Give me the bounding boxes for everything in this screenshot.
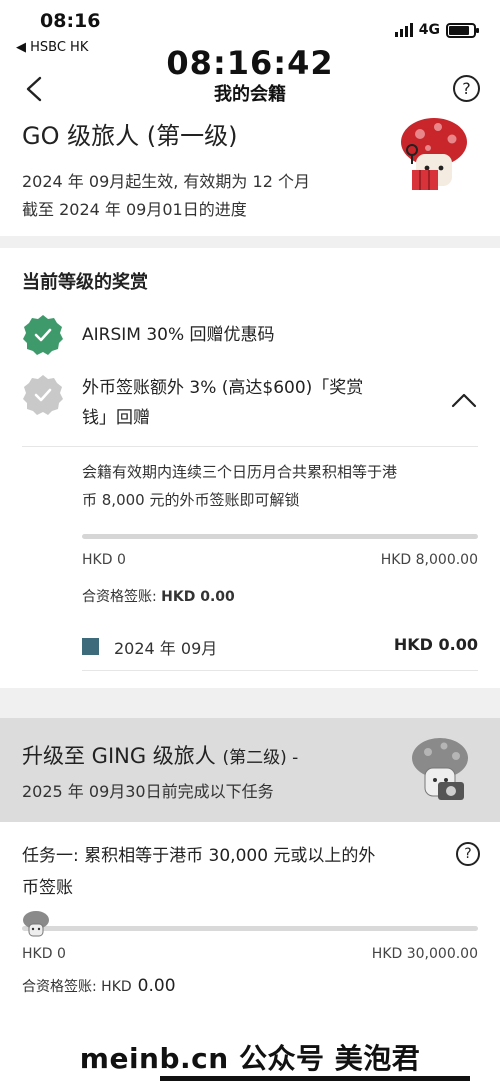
task-help-icon[interactable]: ? <box>456 842 480 866</box>
task-title-line2: 币签账 <box>22 878 73 898</box>
benefit-detail-panel: 会籍有效期内连续三个日历月合共累积相等于港 币 8,000 元的外币签账即可解锁… <box>82 458 478 678</box>
mushroom-camera-icon <box>412 738 468 800</box>
unlock-condition-line2: 币 8,000 元的外币签账即可解锁 <box>82 491 300 509</box>
task-progress-bar <box>22 926 478 931</box>
status-time: 08:16 <box>40 10 101 32</box>
task-title-line1: 任务一: 累积相等于港币 30,000 元或以上的外 <box>22 846 376 866</box>
network-type: 4G <box>418 22 440 38</box>
watermark-text: meinb.cn 公众号 美泡君 <box>79 1042 421 1075</box>
tier-effective-text: 2024 年 09月起生效, 有效期为 12 个月 <box>22 172 310 191</box>
unlock-condition-line1: 会籍有效期内连续三个日历月合共累积相等于港 <box>82 463 398 481</box>
check-badge-active-icon <box>23 315 63 355</box>
task-qualified-value: 0.00 <box>137 976 176 996</box>
page-title: 我的会籍 <box>214 84 286 105</box>
detail-divider <box>82 670 478 671</box>
benefit-label-fx-line1: 外币签账额外 3% (高达$600)「奖赏 <box>82 378 364 398</box>
mushroom-progress-marker-icon <box>23 911 49 937</box>
upgrade-deadline: 2025 年 09月30日前完成以下任务 <box>22 782 274 801</box>
task-max-label: HKD 30,000.00 <box>371 946 478 962</box>
upgrade-banner: 升级至 GING 级旅人 (第二级) - 2025 年 09月30日前完成以下任… <box>0 718 500 822</box>
progress-max-label: HKD 8,000.00 <box>380 552 478 568</box>
signal-icon <box>394 23 413 37</box>
battery-icon <box>446 22 479 38</box>
month-legend-swatch <box>82 638 99 655</box>
section-divider <box>0 688 500 718</box>
benefit-divider <box>22 446 478 447</box>
task-title: 任务一: 累积相等于港币 30,000 元或以上的外 币签账 <box>22 840 442 904</box>
benefit-item-airsim: AIRSIM 30% 回赠优惠码 <box>22 314 478 360</box>
overlay-clock: 08:16:42 <box>166 44 334 82</box>
upgrade-title-sub: (第二级) - <box>222 748 299 768</box>
check-badge-inactive-icon <box>23 375 63 415</box>
task-qualified-spend: 合资格签账: HKD 0.00 <box>22 976 176 996</box>
chevron-up-icon[interactable] <box>450 390 478 410</box>
benefit-label-airsim: AIRSIM 30% 回赠优惠码 <box>82 325 275 345</box>
upgrade-title: 升级至 GING 级旅人 (第二级) - <box>22 740 298 770</box>
progress-min-label: HKD 0 <box>82 552 126 568</box>
section-title-rewards: 当前等级的奖赏 <box>22 272 148 293</box>
month-label: 2024 年 09月 <box>114 639 218 658</box>
tier-progress-date: 截至 2024 年 09月01日的进度 <box>22 200 247 219</box>
task-min-label: HKD 0 <box>22 946 66 962</box>
unlock-condition-text: 会籍有效期内连续三个日历月合共累积相等于港 币 8,000 元的外币签账即可解锁 <box>82 458 478 514</box>
task-qualified-label: 合资格签账: HKD <box>22 979 132 995</box>
section-divider <box>0 236 500 248</box>
benefit-label-fx-line2: 钱」回赠 <box>82 408 150 428</box>
upgrade-title-main: 升级至 GING 级旅人 <box>22 744 216 768</box>
help-icon[interactable]: ? <box>453 75 480 102</box>
status-indicators: 4G <box>394 22 479 38</box>
benefit-item-fx-cashback[interactable]: 外币签账额外 3% (高达$600)「奖赏 钱」回赠 <box>22 374 478 438</box>
qualified-spend-value: HKD 0.00 <box>161 589 235 605</box>
mushroom-mascot-icon <box>401 118 467 190</box>
month-value: HKD 0.00 <box>393 635 478 654</box>
tier-name: GO 级旅人 (第一级) <box>22 122 238 150</box>
battery-level <box>449 25 470 35</box>
spend-progress-bar <box>82 534 478 539</box>
qualified-spend: 合资格签账: HKD 0.00 <box>82 586 235 606</box>
qualified-spend-label: 合资格签账: <box>82 589 157 605</box>
